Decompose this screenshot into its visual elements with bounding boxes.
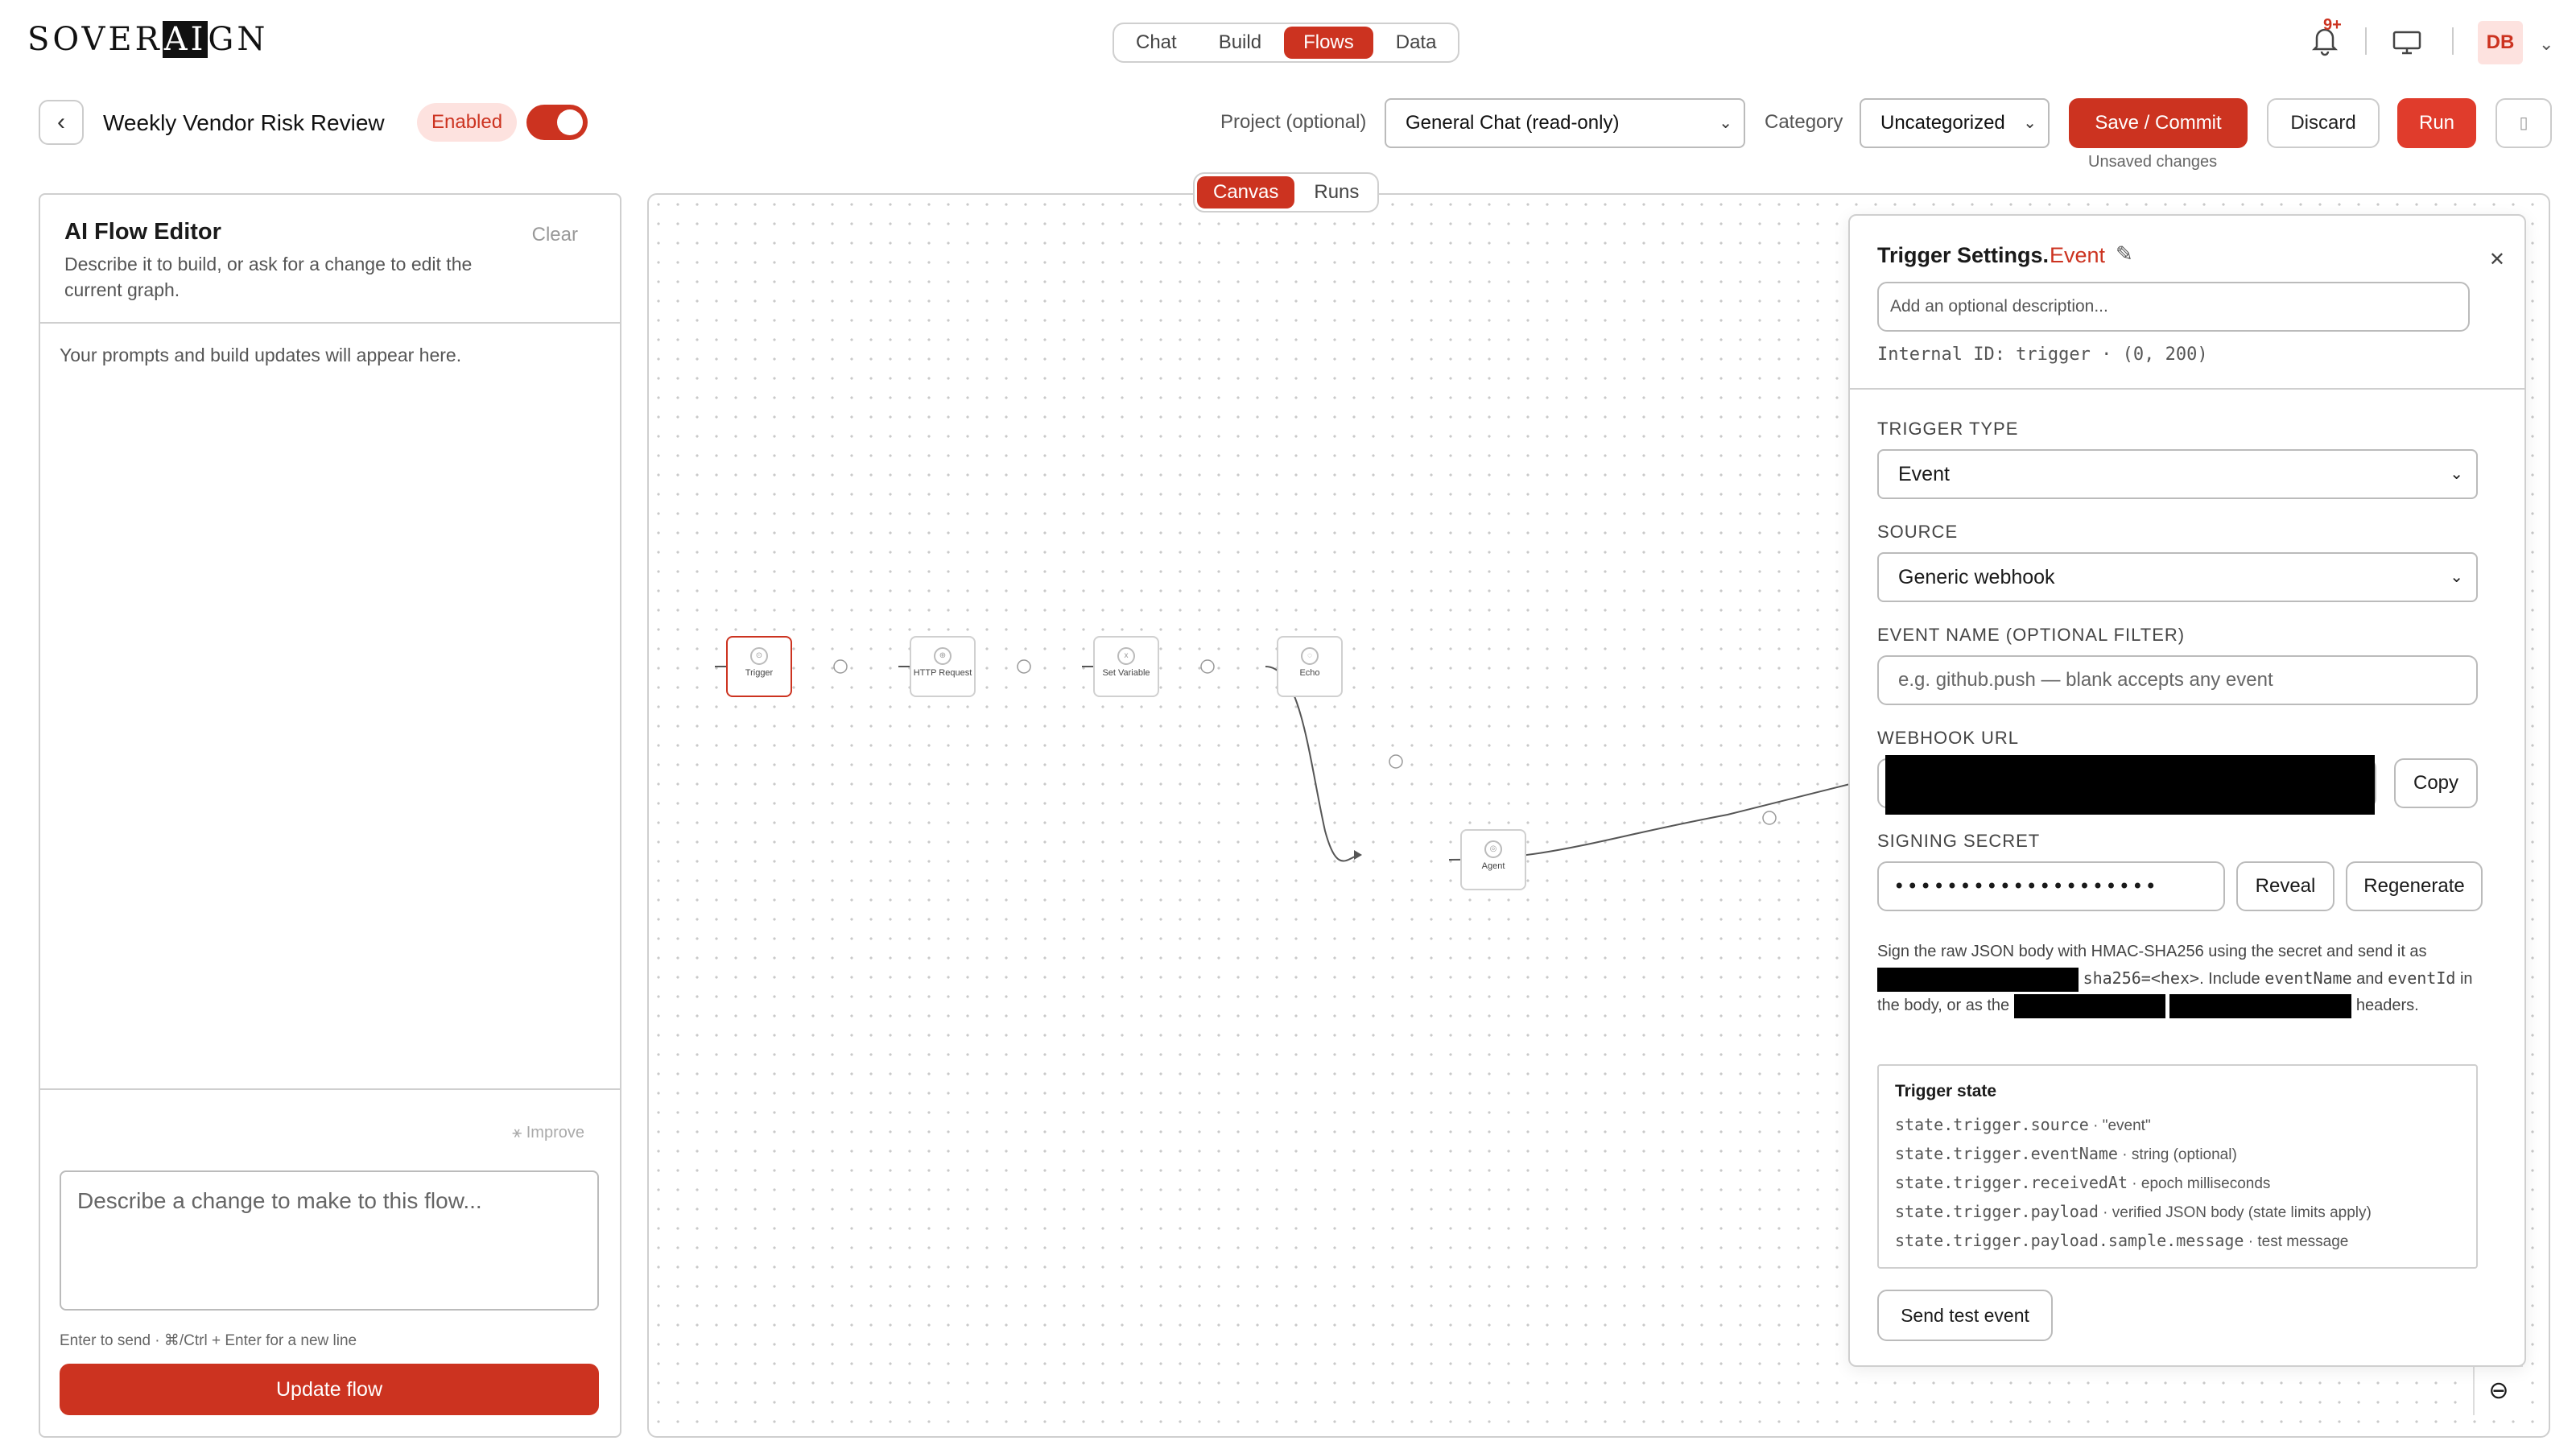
trigger-state-box: Trigger state state.trigger.source · "ev…	[1877, 1064, 2478, 1269]
pencil-icon[interactable]: ✎	[2116, 242, 2133, 266]
panel-title: AI Flow Editor	[64, 219, 221, 245]
trigger-settings-panel: Trigger Settings. Event ✎ ✕ Add an optio…	[1848, 214, 2526, 1367]
reveal-button[interactable]: Reveal	[2236, 861, 2334, 911]
copy-button[interactable]: Copy	[2394, 758, 2478, 808]
tab-build[interactable]: Build	[1199, 27, 1281, 59]
discard-button[interactable]: Discard	[2267, 98, 2380, 148]
globe-icon: ⊕	[934, 647, 952, 665]
event-name-label: EVENT NAME (OPTIONAL FILTER)	[1877, 625, 2186, 645]
tab-flows[interactable]: Flows	[1284, 27, 1373, 59]
panel-description: Describe it to build, or ask for a chang…	[64, 254, 473, 300]
status-badge: Enabled	[417, 103, 518, 142]
trigger-icon: ⊙	[750, 647, 768, 665]
description-input[interactable]: Add an optional description...	[1877, 282, 2470, 332]
signing-secret-label: SIGNING SECRET	[1877, 831, 2041, 851]
variable-icon: x	[1117, 647, 1135, 665]
project-label: Project (optional)	[1220, 111, 1367, 133]
empty-state-text: Your prompts and build updates will appe…	[60, 345, 462, 365]
regenerate-button[interactable]: Regenerate	[2346, 861, 2483, 911]
echo-icon: ◌	[1301, 647, 1319, 665]
webhook-url-label: WEBHOOK URL	[1877, 728, 2020, 748]
chevron-down-icon: ⌄	[1719, 114, 1732, 132]
agent-icon: ◎	[1484, 840, 1502, 858]
redacted-block	[2013, 993, 2165, 1018]
state-title: Trigger state	[1895, 1082, 1997, 1100]
project-select[interactable]: General Chat (read-only) ⌄	[1385, 98, 1745, 148]
source-select[interactable]: Generic webhook ⌄	[1877, 552, 2478, 602]
improve-button[interactable]: ⚹ Improve	[512, 1124, 584, 1142]
zoom-out-icon[interactable]: ⊖	[2473, 1365, 2523, 1415]
chevron-down-icon: ⌄	[2023, 114, 2037, 132]
chevron-down-icon[interactable]: ⌄	[2539, 34, 2553, 55]
divider	[2365, 27, 2367, 55]
trigger-kind: Event	[2050, 243, 2106, 267]
notification-badge: 9+	[2323, 16, 2342, 34]
signing-instructions: Sign the raw JSON body with HMAC-SHA256 …	[1877, 939, 2489, 1019]
divider	[2452, 27, 2454, 55]
divider	[40, 1088, 620, 1090]
ai-flow-editor-panel: AI Flow Editor Clear Describe it to buil…	[39, 193, 621, 1438]
panel-toggle-button[interactable]: ▯	[2496, 98, 2552, 148]
node-http-request[interactable]: ⊕ HTTP Request	[910, 636, 976, 697]
state-row: state.trigger.payload.sample.message · t…	[1895, 1231, 2349, 1250]
update-flow-button[interactable]: Update flow	[60, 1364, 599, 1415]
close-icon[interactable]: ✕	[2489, 248, 2505, 271]
divider	[1850, 388, 2524, 390]
chevron-down-icon: ⌄	[2450, 465, 2463, 483]
tab-data[interactable]: Data	[1377, 27, 1456, 59]
flow-change-textarea[interactable]: Describe a change to make to this flow..…	[60, 1170, 599, 1311]
save-commit-button[interactable]: Save / Commit	[2069, 98, 2248, 148]
brand-logo[interactable]: SOVERAIGN	[27, 21, 268, 58]
avatar[interactable]: DB	[2478, 21, 2523, 64]
state-row: state.trigger.receivedAt · epoch millise…	[1895, 1173, 2271, 1192]
signing-secret-field[interactable]: ••••••••••••••••••••	[1877, 861, 2225, 911]
trigger-type-select[interactable]: Event ⌄	[1877, 449, 2478, 499]
monitor-icon[interactable]	[2391, 29, 2423, 56]
state-row: state.trigger.eventName · string (option…	[1895, 1144, 2237, 1163]
main-nav: Chat Build Flows Data	[1113, 23, 1460, 63]
back-button[interactable]: ‹	[39, 100, 84, 145]
panel-title: Trigger Settings.	[1877, 243, 2050, 267]
redacted-block	[1885, 755, 2375, 815]
flow-title: Weekly Vendor Risk Review	[103, 110, 385, 135]
wand-icon: ⚹	[512, 1124, 526, 1141]
trigger-type-label: TRIGGER TYPE	[1877, 419, 2019, 439]
divider	[40, 322, 620, 324]
redacted-block	[2169, 993, 2352, 1018]
state-row: state.trigger.source · "event"	[1895, 1115, 2151, 1134]
redacted-block	[1877, 967, 2079, 992]
clear-button[interactable]: Clear	[532, 224, 578, 246]
tab-chat[interactable]: Chat	[1117, 27, 1196, 59]
category-label: Category	[1765, 111, 1843, 133]
enabled-toggle[interactable]	[526, 105, 588, 140]
tab-runs[interactable]: Runs	[1298, 176, 1375, 208]
send-test-event-button[interactable]: Send test event	[1877, 1290, 2053, 1341]
source-label: SOURCE	[1877, 522, 1959, 542]
unsaved-changes-text: Unsaved changes	[2088, 153, 2218, 171]
category-select[interactable]: Uncategorized ⌄	[1860, 98, 2050, 148]
node-trigger[interactable]: ⊙ Trigger	[726, 636, 792, 697]
node-set-variable[interactable]: x Set Variable	[1093, 636, 1159, 697]
chevron-down-icon: ⌄	[2450, 568, 2463, 586]
tab-canvas[interactable]: Canvas	[1197, 176, 1295, 208]
input-hint: Enter to send · ⌘/Ctrl + Enter for a new…	[60, 1332, 357, 1349]
canvas-view-tabs: Canvas Runs	[1193, 172, 1380, 213]
node-agent[interactable]: ◎ Agent	[1460, 829, 1526, 890]
node-echo[interactable]: ◌ Echo	[1277, 636, 1343, 697]
run-button[interactable]: Run	[2397, 98, 2476, 148]
state-row: state.trigger.payload · verified JSON bo…	[1895, 1202, 2372, 1221]
internal-id: Internal ID: trigger · (0, 200)	[1877, 345, 2208, 365]
event-name-input[interactable]: e.g. github.push — blank accepts any eve…	[1877, 655, 2478, 705]
